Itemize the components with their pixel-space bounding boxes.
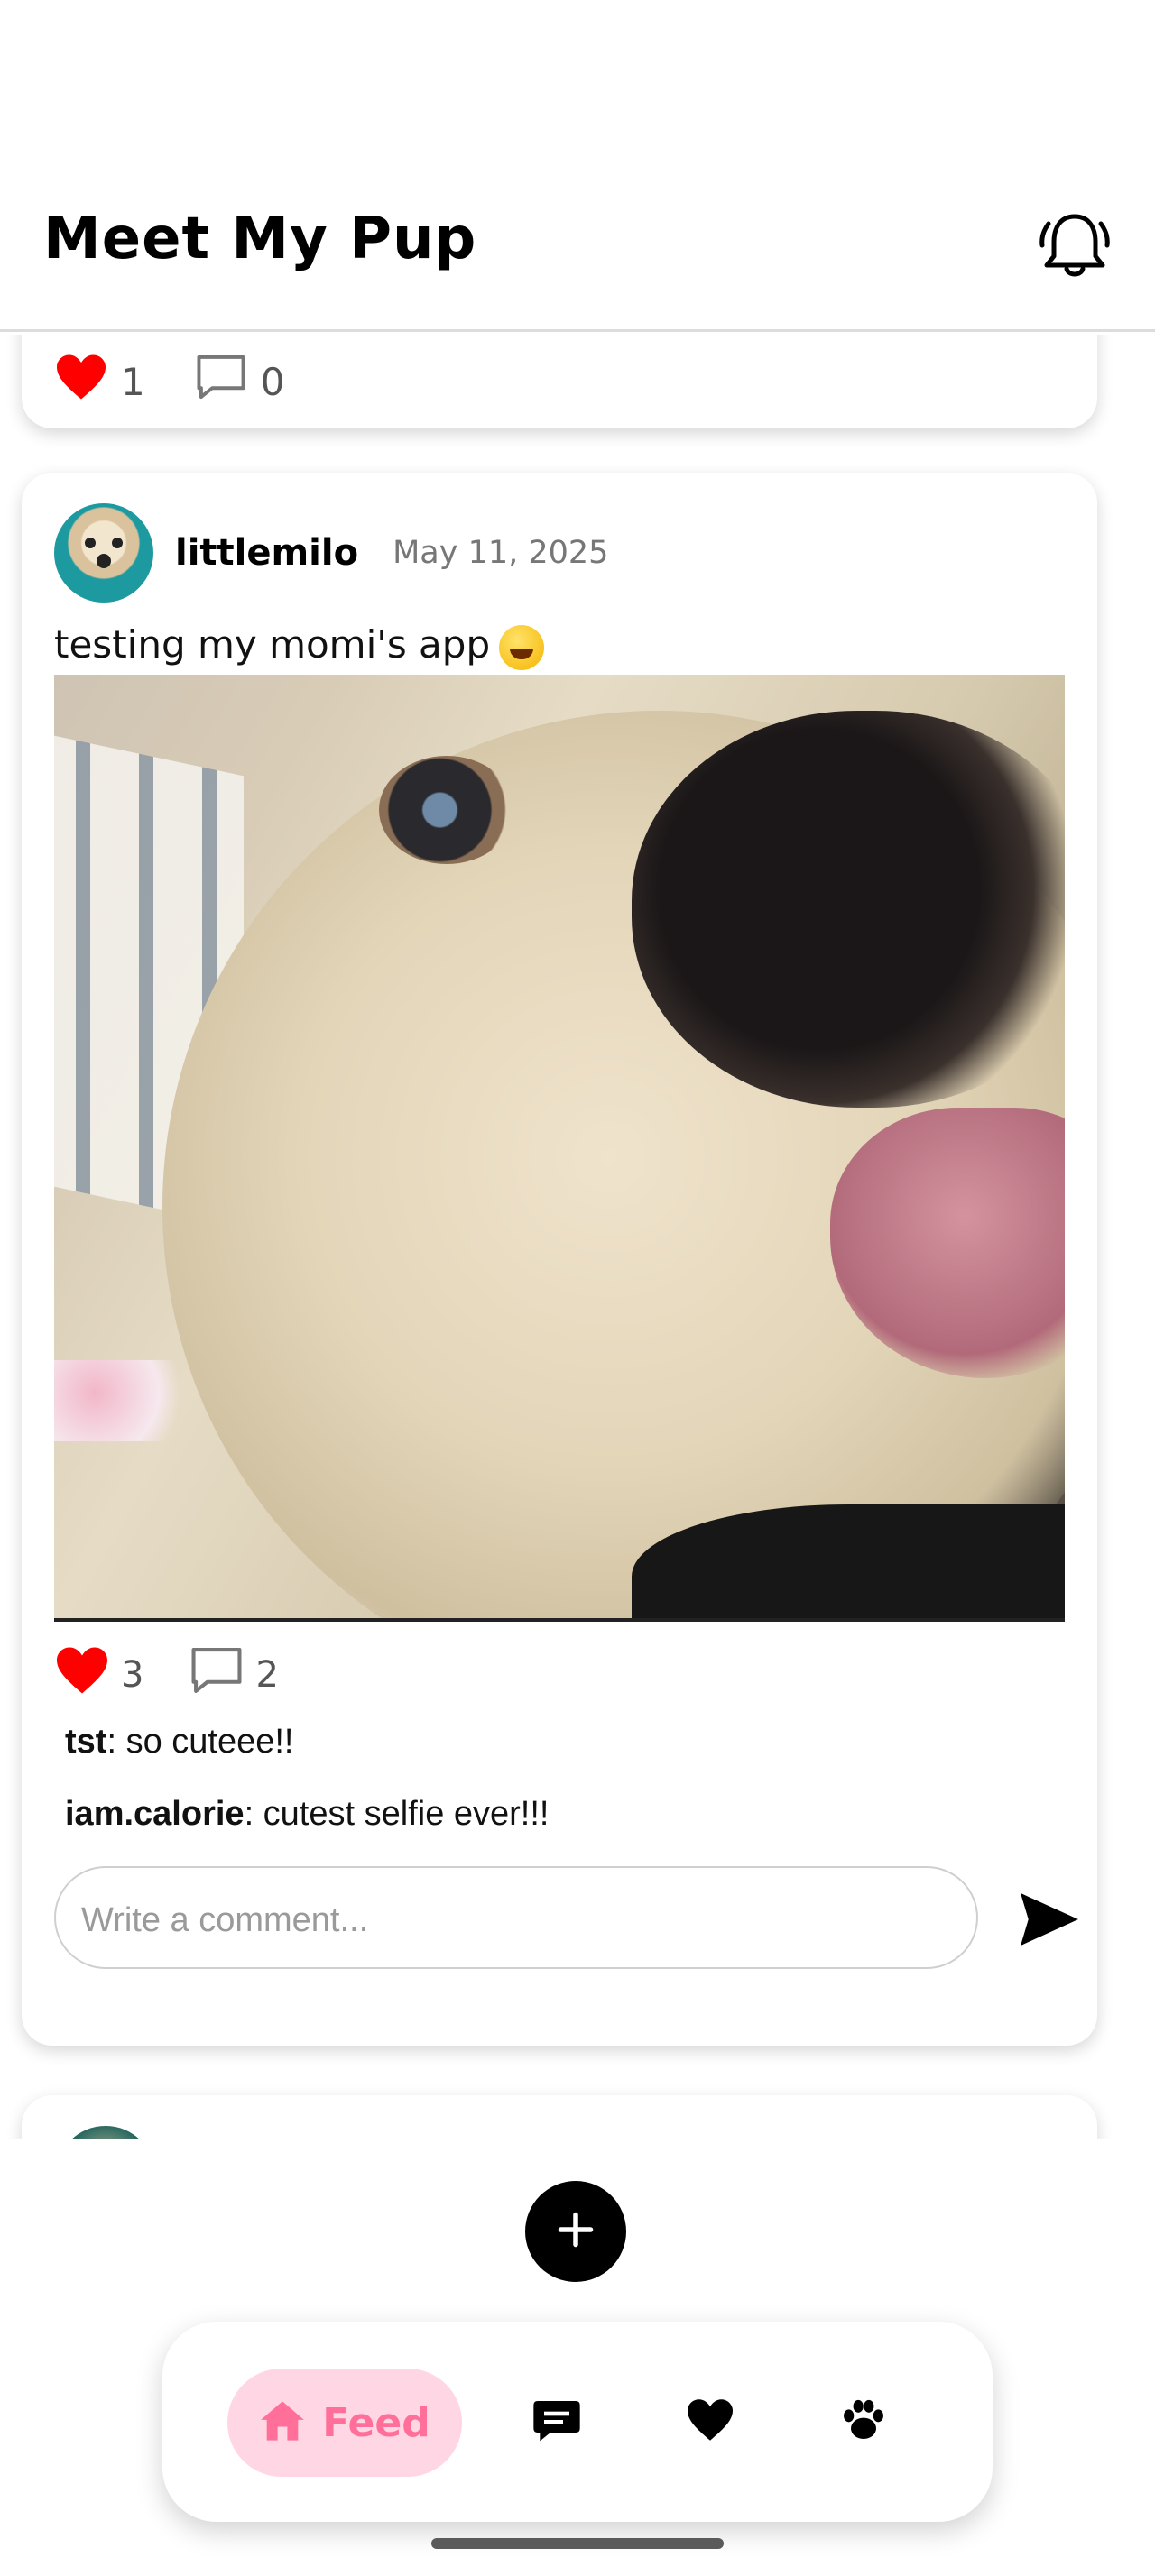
comment-button[interactable]: 2: [189, 1645, 279, 1705]
post-stats: 3 2: [54, 1645, 324, 1705]
paw-icon: [837, 2395, 890, 2449]
comment-text: : cutest selfie ever!!!: [244, 1795, 550, 1833]
nav-item-label: Feed: [322, 2399, 430, 2446]
nav-item-favorites[interactable]: [679, 2390, 742, 2453]
previous-post-stats: 1 0: [54, 353, 284, 410]
app-screen: Meet My Pup 1 0 littlemilo May 11, 2025 …: [0, 0, 1155, 2576]
comment-input[interactable]: [81, 1895, 947, 1946]
like-button[interactable]: 3: [54, 1645, 143, 1705]
comment-icon[interactable]: [194, 353, 248, 410]
comment-icon: [189, 1645, 245, 1705]
chat-icon: [531, 2395, 582, 2449]
comment-count: 2: [255, 1654, 279, 1696]
bottom-nav: Feed: [162, 2322, 993, 2522]
post-card-next: [22, 2095, 1097, 2139]
feed-list[interactable]: 1 0 littlemilo May 11, 2025 testing my m…: [0, 335, 1155, 2139]
comment-item: tst: so cuteee!!: [65, 1723, 293, 1762]
grinning-squinting-face-icon: [499, 624, 545, 670]
comment-user[interactable]: tst: [65, 1723, 106, 1761]
post-photo[interactable]: [54, 675, 1065, 1622]
heart-icon: [685, 2397, 735, 2446]
post-card: littlemilo May 11, 2025 testing my momi'…: [22, 473, 1097, 2046]
home-icon: [259, 2399, 306, 2446]
plus-icon: [556, 2210, 596, 2253]
nav-item-chat[interactable]: [525, 2390, 588, 2453]
send-icon[interactable]: [1018, 1891, 1081, 1948]
page-title: Meet My Pup: [43, 206, 477, 272]
bell-icon[interactable]: [1034, 204, 1115, 285]
comment-input-wrapper: [54, 1866, 978, 1969]
avatar[interactable]: [54, 503, 153, 603]
post-card-previous: 1 0: [22, 335, 1097, 428]
home-indicator: [431, 2538, 724, 2549]
nav-item-feed[interactable]: Feed: [227, 2369, 462, 2477]
comment-item: iam.calorie: cutest selfie ever!!!: [65, 1795, 549, 1834]
heart-icon: [54, 1645, 110, 1705]
previous-comment-count: 0: [260, 359, 285, 404]
comment-text: : so cuteee!!: [106, 1723, 294, 1761]
post-caption: testing my momi's app: [54, 622, 545, 670]
post-username[interactable]: littlemilo: [175, 532, 358, 574]
top-header: Meet My Pup: [0, 0, 1155, 332]
post-date: May 11, 2025: [393, 535, 609, 571]
post-caption-text: testing my momi's app: [54, 622, 491, 667]
like-count: 3: [121, 1654, 144, 1696]
post-header: littlemilo May 11, 2025: [54, 503, 608, 603]
comment-user[interactable]: iam.calorie: [65, 1795, 245, 1833]
previous-like-count: 1: [121, 359, 145, 404]
heart-icon[interactable]: [54, 353, 108, 410]
add-post-button[interactable]: [525, 2181, 626, 2282]
avatar[interactable]: [56, 2126, 155, 2139]
nav-item-pets[interactable]: [832, 2390, 895, 2453]
